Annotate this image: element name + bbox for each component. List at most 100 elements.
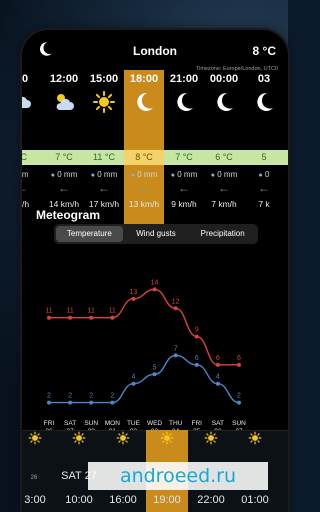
data-point [68, 315, 73, 320]
meteogram-tab-control[interactable]: Temperature Wind gusts Precipitation [54, 224, 258, 244]
hour-weather-icon [22, 90, 34, 114]
wind-direction-arrow-icon: ← [98, 181, 110, 195]
sun-icon [72, 431, 86, 445]
hour-time: 00 [22, 73, 29, 85]
hour-weather-icon [212, 90, 236, 114]
sun-icon [248, 431, 262, 445]
data-point [215, 362, 220, 367]
data-point [131, 381, 136, 386]
timeline-time: 22:00 [197, 494, 225, 506]
timeline-time: 01:00 [241, 494, 269, 506]
timeline-time: 19:00 [153, 494, 181, 506]
wind-direction-arrow-icon: ← [218, 181, 230, 195]
data-label: 7 [174, 345, 178, 352]
data-point [237, 362, 241, 367]
sun-icon [160, 431, 174, 445]
hour-weather-icon [252, 90, 276, 114]
precip-value: 0 mm [97, 170, 118, 179]
watermark: androeed.ru [88, 462, 268, 490]
city-name[interactable]: London [22, 44, 288, 58]
hour-temperature: 5 [261, 152, 267, 162]
hour-precipitation: ● 0 mm [84, 170, 124, 179]
cloud-icon [22, 96, 31, 108]
data-point [47, 315, 51, 320]
hour-precipitation: ● 0 [244, 170, 284, 179]
tick-label-day: SUN [232, 420, 246, 427]
data-label: 6 [195, 355, 199, 362]
hour-column[interactable]: 00:00 6 °C ● 0 mm ← 7 km/h [204, 70, 244, 240]
tab-precipitation[interactable]: Precipitation [189, 226, 256, 242]
precip-value: 0 mm [57, 170, 78, 179]
hour-precipitation: ● 0 mm [44, 170, 84, 179]
hour-time: 00:00 [209, 73, 239, 85]
hour-time: 15:00 [89, 73, 119, 85]
hour-column[interactable]: 18:00 8 °C ● 0 mm ← 13 km/h [124, 70, 164, 240]
raindrop-icon: ● [210, 172, 215, 179]
data-label: 11 [45, 308, 52, 315]
hour-wind-speed: 7 km/h [211, 199, 237, 209]
data-point [152, 372, 157, 377]
partly-cloudy-icon [56, 94, 74, 110]
raindrop-icon: ● [258, 172, 263, 179]
current-temperature: 8 °C [252, 44, 276, 58]
hour-temperature: 6 °C [215, 152, 233, 162]
precip-value: 0 mm [217, 170, 238, 179]
data-label: 11 [66, 308, 73, 315]
phone-frame: London 8 °C Timezone: Europe/London, UTC… [22, 30, 288, 512]
day-number: 26 [30, 475, 38, 481]
precip-value: 0 mm [137, 170, 158, 179]
hour-temperature: °C [22, 152, 28, 162]
wind-direction-arrow-icon: ← [138, 181, 150, 195]
timeline-day: 26 [22, 470, 56, 482]
hour-time: 12:00 [49, 73, 79, 85]
sun-icon [116, 431, 130, 445]
data-label: 9 [195, 327, 199, 334]
data-point [89, 315, 94, 320]
timeline-column[interactable]: 26 3:00 [22, 430, 56, 512]
hour-weather-icon [132, 90, 156, 114]
data-point [173, 353, 178, 358]
hour-column[interactable]: 03 5 ● 0 ← 7 k [244, 70, 284, 240]
sun-icon [204, 431, 218, 445]
data-label: 4 [131, 374, 135, 381]
data-point [194, 334, 199, 339]
sun-icon [72, 431, 86, 445]
raindrop-icon: ● [90, 172, 95, 179]
precip-value: m [22, 170, 29, 179]
data-label: 6 [216, 355, 220, 362]
wind-direction-arrow-icon: ← [58, 181, 70, 195]
timeline-time: 3:00 [24, 494, 46, 506]
data-point [215, 381, 220, 386]
tab-wind-gusts[interactable]: Wind gusts [123, 226, 190, 242]
data-label: 14 [151, 279, 159, 286]
sun-icon [204, 431, 218, 445]
data-point [152, 287, 157, 292]
data-label: 5 [153, 364, 157, 371]
data-label: 12 [172, 298, 180, 305]
timeline-time: 16:00 [109, 494, 137, 506]
moon-icon [217, 92, 233, 111]
hour-wind-speed: 9 km/h [171, 199, 197, 209]
moon-icon [177, 92, 193, 111]
data-point [110, 315, 115, 320]
raindrop-icon: ● [170, 172, 175, 179]
hour-precipitation: ● 0 mm [204, 170, 244, 179]
hour-weather-icon [92, 90, 116, 114]
sun-icon [28, 431, 42, 445]
sun-icon [28, 431, 42, 445]
hour-column[interactable]: 21:00 7 °C ● 0 mm ← 9 km/h [164, 70, 204, 240]
data-point [131, 296, 136, 301]
raindrop-icon: ● [130, 172, 135, 179]
hour-wind-speed: 13 km/h [128, 199, 160, 209]
meteogram-title: Meteogram [36, 208, 101, 222]
data-point [173, 306, 178, 311]
hour-temperature: 11 °C [93, 152, 115, 162]
hour-precipitation: ● 0 mm [124, 170, 164, 179]
series-line-0 [49, 288, 239, 366]
hour-precipitation: ● m [22, 170, 42, 179]
sun-icon [248, 431, 262, 445]
data-label: 6 [237, 355, 241, 362]
hour-wind-speed: 7 k [258, 199, 270, 209]
tab-temperature[interactable]: Temperature [56, 226, 123, 242]
hour-time: 03 [257, 73, 271, 85]
